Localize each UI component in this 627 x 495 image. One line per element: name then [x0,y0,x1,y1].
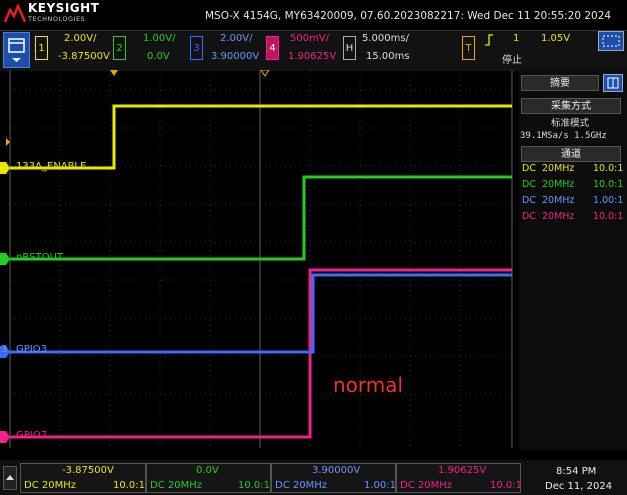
bottom-channel-2-offset: 0.0V [196,465,219,476]
channel-2-trace [10,175,512,261]
horizontal-button[interactable]: H [343,36,356,60]
main-menu-button[interactable] [3,32,30,68]
trace-label-gpio3: GPIO3 [16,344,47,355]
summary-tab[interactable]: 摘要 [521,75,599,91]
trigger-button[interactable]: T [462,36,475,60]
panel-channel-2-probe: 10.0:1 [593,179,624,190]
acquisition-status: 停止 [502,55,522,66]
waveform-display[interactable] [0,70,520,448]
bottom-channel-4-probe: 10.0:1 [490,480,522,491]
channel-2-offset[interactable]: 0.0V [147,51,170,62]
expand-bar-button[interactable] [3,466,17,490]
trace-label-133a-enable: 133A_ENABLE [16,161,87,172]
bottom-channel-3-probe: 1.00:1 [364,480,396,491]
panel-channel-1-bw: 20MHz [542,163,575,174]
panel-channel-2-coupling: DC [522,179,536,190]
trigger-position-marker[interactable] [110,70,118,76]
brand-name: KEYSIGHT [28,1,100,15]
panel-layout-icon [607,77,619,89]
acquisition-heading[interactable]: 采集方式 [521,98,621,114]
channels-heading[interactable]: 通道 [521,146,621,162]
panel-channel-3-probe: 1.00:1 [593,195,624,206]
bottom-channel-2-probe: 10.0:1 [238,480,270,491]
annotation-text: normal [333,373,404,397]
channel-4-button[interactable]: 4 [266,36,279,60]
bottom-channel-2-coupling: DC 20MHz [150,480,202,491]
clock-time: 8:54 PM [556,466,597,477]
channel-1-scale[interactable]: 2.00V/ [64,33,96,44]
channel-4-marker: 4 [1,430,8,441]
instrument-info: MSO-X 4154G, MY63420009, 07.60.202308221… [205,10,612,22]
keysight-logo-icon [4,4,26,23]
channel-2-button[interactable]: 2 [113,36,126,60]
panel-channel-3-bw: 20MHz [542,195,575,206]
acquisition-mode: 标准模式 [551,118,590,129]
panel-channel-1-probe: 10.0:1 [593,163,624,174]
panel-channel-1-coupling: DC [522,163,536,174]
channel-1-marker: 1 [1,161,8,172]
channel-4-scale[interactable]: 500mV/ [290,33,329,44]
center-time-marker[interactable] [260,70,270,77]
rising-edge-icon [485,34,493,46]
bottom-channel-4-offset: 1.90625V [438,465,487,476]
bottom-channel-4-coupling: DC 20MHz [400,480,452,491]
panel-channel-3-coupling: DC [522,195,536,206]
chevron-up-icon [6,475,14,480]
zoom-rect-icon [602,35,620,47]
panel-channel-4-coupling: DC [522,211,536,222]
trace-label-nrstout: nRSTOUT [16,252,64,263]
channel-1-button[interactable]: 1 [35,36,48,60]
bottom-channel-3-coupling: DC 20MHz [275,480,327,491]
channel-2-scale[interactable]: 1.00V/ [143,33,175,44]
window-icon [8,38,25,62]
trace-label-gpio7: GPIO7 [16,430,47,441]
channel-3-trace [10,273,512,354]
horizontal-position[interactable]: 15.00ms [366,51,410,62]
trigger-channel[interactable]: 1 [513,33,519,44]
channel-2-marker: 2 [1,252,8,263]
channel-3-marker: 3 [1,344,8,355]
panel-channel-2-bw: 20MHz [542,179,575,190]
bottom-channel-1-coupling: DC 20MHz [24,480,76,491]
channel-1-offset[interactable]: -3.87500V [58,51,110,62]
panel-channel-4-probe: 10.0:1 [593,211,624,222]
brand-subtitle: TECHNOLOGIES [28,15,86,23]
panel-layout-button[interactable] [603,74,623,92]
bottom-channel-3-offset: 3.90000V [312,465,361,476]
channel-1-trace [10,104,512,170]
channel-3-button[interactable]: 3 [190,36,203,60]
channel-4-offset[interactable]: 1.90625V [288,51,336,62]
touch-zoom-button[interactable] [598,31,624,51]
channel-3-offset[interactable]: 3.90000V [211,51,259,62]
panel-channel-4-bw: 20MHz [542,211,575,222]
channel-3-scale[interactable]: 2.00V/ [220,33,252,44]
bottom-channel-1-probe: 10.0:1 [113,480,145,491]
trigger-level[interactable]: 1.05V [541,33,570,44]
horizontal-scale[interactable]: 5.000ms/ [362,33,409,44]
sample-rate: 39.1MSa/s 1.5GHz [520,131,607,141]
trigger-level-marker[interactable] [6,138,10,146]
clock-date: Dec 11, 2024 [545,481,613,492]
bottom-channel-1-offset: -3.87500V [62,465,114,476]
